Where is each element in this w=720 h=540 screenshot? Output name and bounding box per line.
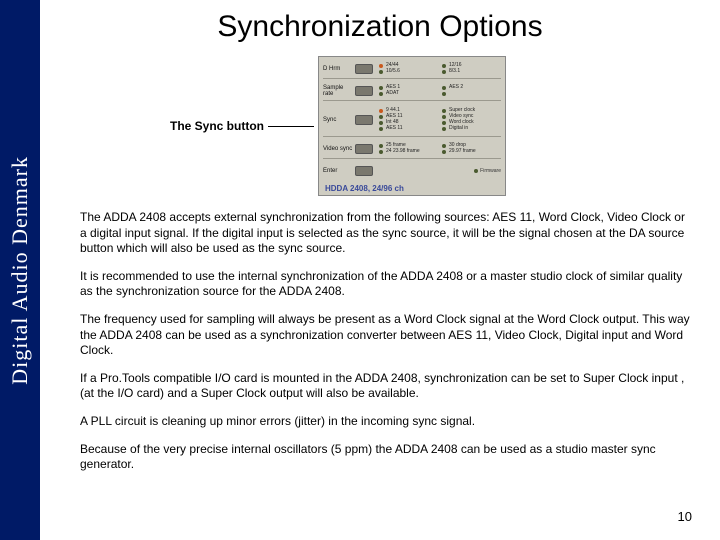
led-grid: 25 frame 30 drop 24 23.98 frame 29.97 fr…: [379, 143, 501, 154]
led-grid: AES 1 AES 2 ADAT: [379, 85, 501, 96]
panel-footer: HDDA 2408, 24/96 ch: [325, 184, 499, 193]
led-grid: 24/44 12/16 10/5.6 8/3.1: [379, 63, 501, 74]
leader-line: [268, 126, 314, 127]
led-item: [442, 91, 501, 96]
sidebar-brand-bar: Digital Audio Denmark: [0, 0, 40, 540]
led-item: Digital in: [442, 126, 501, 131]
paragraph: A PLL circuit is cleaning up minor error…: [80, 414, 690, 430]
panel-row-sync: Sync 9 44.1 Super clock AES 11 Video syn…: [323, 103, 501, 137]
led-item: AES 11: [379, 126, 438, 131]
led-item: 8/3.1: [442, 69, 501, 74]
panel-model-text: HDDA 2408, 24/96 ch: [325, 184, 404, 193]
panel-row-videosync: Video sync 25 frame 30 drop 24 23.98 fra…: [323, 139, 501, 159]
page-number: 10: [678, 509, 692, 524]
paragraph: If a Pro.Tools compatible I/O card is mo…: [80, 371, 690, 402]
panel-row-label: Video sync: [323, 146, 355, 152]
paragraph: The frequency used for sampling will alw…: [80, 312, 690, 359]
panel-button-icon: [355, 86, 373, 96]
panel-button-icon: [355, 144, 373, 154]
panel-row-label: Sample rate: [323, 85, 355, 97]
panel-row-dhrm: D Hrm 24/44 12/16 10/5.6 8/3.1: [323, 59, 501, 79]
led-grid: 9 44.1 Super clock AES 11 Video sync Int…: [379, 108, 501, 131]
panel-row-enter: Enter Firmware: [323, 161, 501, 181]
panel-button-icon: [355, 115, 373, 125]
figure-caption: The Sync button: [170, 119, 264, 133]
firmware-label: Firmware: [474, 168, 501, 174]
led-item: 29.97 frame: [442, 149, 501, 154]
led-item: AES 2: [442, 85, 501, 90]
paragraph: The ADDA 2408 accepts external synchroni…: [80, 210, 690, 257]
figure-row: The Sync button D Hrm 24/44 12/16 10/5.6…: [170, 56, 690, 196]
led-item: 10/5.6: [379, 69, 438, 74]
led-item: ADAT: [379, 91, 438, 96]
paragraph: Because of the very precise internal osc…: [80, 442, 690, 473]
device-panel: D Hrm 24/44 12/16 10/5.6 8/3.1 Sample ra…: [318, 56, 506, 196]
led-item: 24 23.98 frame: [379, 149, 438, 154]
paragraph: It is recommended to use the internal sy…: [80, 269, 690, 300]
sidebar-brand-text: Digital Audio Denmark: [7, 156, 33, 385]
panel-row-samplerate: Sample rate AES 1 AES 2 ADAT: [323, 81, 501, 101]
panel-button-icon: [355, 64, 373, 74]
panel-row-label: Enter: [323, 168, 355, 174]
panel-row-label: D Hrm: [323, 66, 355, 72]
panel-button-icon: [355, 166, 373, 176]
page-title: Synchronization Options: [70, 10, 690, 44]
panel-row-label: Sync: [323, 117, 355, 123]
slide-content: Synchronization Options The Sync button …: [50, 0, 710, 495]
